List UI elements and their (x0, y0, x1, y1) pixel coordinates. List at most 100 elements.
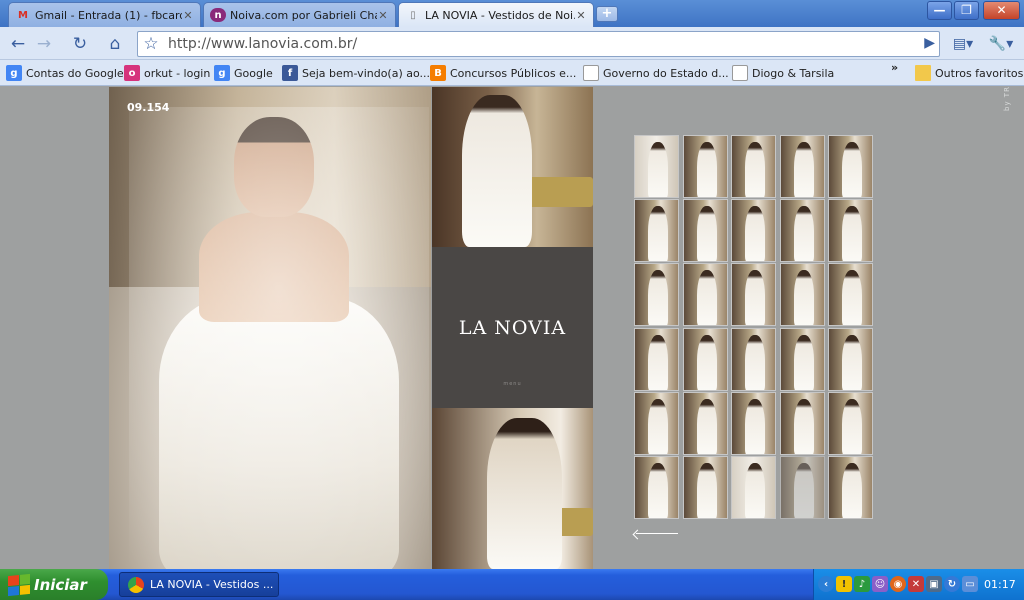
user-icon[interactable]: ☺ (872, 576, 888, 592)
back-arrow-icon: ← (10, 34, 26, 54)
display-icon[interactable]: ▭ (962, 576, 978, 592)
bookmark-governo[interactable]: Governo do Estado d... (583, 65, 729, 81)
bookmark-diogo-tarsila[interactable]: Diogo & Tarsila (732, 65, 834, 81)
bookmark-label: Governo do Estado d... (603, 66, 729, 80)
page-icon (583, 65, 599, 81)
task-label: LA NOVIA - Vestidos ... (150, 578, 274, 591)
back-arrow-icon[interactable] (632, 530, 678, 538)
tab-la-novia[interactable]: ▯ LA NOVIA - Vestidos de Noi... ✕ (398, 2, 594, 27)
dress-thumbnail[interactable] (634, 391, 679, 455)
windows-taskbar: Iniciar LA NOVIA - Vestidos ... ‹ ! ♪ ☺ … (0, 569, 1024, 600)
la-novia-logo[interactable]: LA NOVIA (459, 317, 566, 339)
dress-thumbnail[interactable] (828, 263, 873, 327)
tab-noiva[interactable]: n Noiva.com por Gabrieli Cha... ✕ (203, 2, 396, 27)
dress-thumbnail[interactable] (828, 391, 873, 455)
dress-thumbnail[interactable] (682, 327, 728, 391)
bridal-veil (129, 107, 429, 569)
page-menu-button[interactable]: ▤▾ (948, 32, 978, 56)
dress-thumbnail[interactable] (731, 456, 776, 519)
dress-thumbnail[interactable] (731, 199, 776, 263)
page-icon (732, 65, 748, 81)
dress-thumbnail[interactable] (682, 456, 728, 519)
bookmark-concursos[interactable]: B Concursos Públicos e... (430, 65, 576, 81)
logo-panel[interactable]: LA NOVIA menu (432, 247, 593, 408)
dress-thumbnail[interactable] (634, 456, 679, 519)
dress-thumbnail[interactable] (682, 135, 728, 198)
close-tab-icon[interactable]: ✕ (377, 9, 389, 22)
dress-thumbnail[interactable] (731, 327, 776, 391)
url-text[interactable]: http://www.lanovia.com.br/ (168, 36, 357, 52)
credit-byline[interactable]: by TRUFE (1003, 87, 1011, 111)
taskbar-item-la-novia[interactable]: LA NOVIA - Vestidos ... (119, 572, 279, 597)
start-button[interactable]: Iniciar (0, 569, 108, 600)
dress-thumbnail[interactable] (682, 199, 728, 263)
bookmarks-overflow-button[interactable]: » (891, 61, 898, 74)
minimize-button[interactable]: — (927, 1, 952, 20)
close-window-button[interactable]: ✕ (983, 1, 1020, 20)
dress-thumbnail[interactable] (779, 456, 825, 519)
windows-logo-icon (8, 573, 30, 596)
dress-thumbnail[interactable] (634, 327, 679, 391)
forward-button[interactable]: → (32, 32, 56, 56)
expand-tray-icon[interactable]: ‹ (818, 576, 834, 592)
dress-thumbnail[interactable] (828, 199, 873, 263)
bookmarks-bar: g Contas do Google o orkut - login g Goo… (0, 60, 1024, 86)
dress-thumbnail[interactable] (634, 199, 679, 263)
dress-thumbnail[interactable] (779, 327, 825, 391)
blogger-icon: B (430, 65, 446, 81)
dress-thumbnail[interactable] (828, 327, 873, 391)
tab-label: Gmail - Entrada (1) - fbcard... (35, 8, 182, 22)
tools-menu-button[interactable]: 🔧▾ (986, 32, 1016, 56)
google-icon: g (214, 65, 230, 81)
other-favorites-label: Outros favoritos (935, 66, 1024, 80)
dress-thumbnail[interactable] (779, 391, 825, 455)
dress-thumbnail[interactable] (731, 263, 776, 327)
update-icon[interactable]: ↻ (944, 576, 960, 592)
close-tab-icon[interactable]: ✕ (575, 9, 587, 22)
bookmark-label: Seja bem-vindo(a) ao... (302, 66, 431, 80)
messenger-icon[interactable]: ◉ (890, 576, 906, 592)
bookmark-google[interactable]: g Google (214, 65, 273, 81)
dress-thumbnail[interactable] (634, 263, 679, 327)
home-button[interactable]: ⌂ (103, 32, 127, 56)
side-photo-top[interactable] (432, 87, 593, 247)
tab-gmail[interactable]: M Gmail - Entrada (1) - fbcard... ✕ (8, 2, 201, 27)
dress-thumbnail[interactable] (828, 135, 873, 198)
safely-remove-icon[interactable]: ✕ (908, 576, 924, 592)
forward-arrow-icon: → (36, 34, 52, 54)
dress-thumbnail[interactable] (731, 135, 776, 198)
tab-label: LA NOVIA - Vestidos de Noi... (425, 8, 575, 22)
gmail-icon: M (18, 9, 28, 21)
dress-thumbnail[interactable] (634, 135, 679, 198)
dress-thumbnail[interactable] (731, 391, 776, 455)
new-tab-button[interactable]: + (596, 6, 618, 22)
volume-icon[interactable]: ♪ (854, 576, 870, 592)
back-button[interactable]: ← (6, 32, 30, 56)
dress-thumbnail[interactable] (682, 263, 728, 327)
bookmark-orkut[interactable]: o orkut - login (124, 65, 210, 81)
bookmark-star-icon[interactable]: ☆ (140, 34, 162, 54)
side-photo-bottom[interactable] (432, 408, 593, 569)
dress-thumbnail[interactable] (682, 391, 728, 455)
other-favorites-folder[interactable]: Outros favoritos (915, 65, 1023, 81)
reload-button[interactable]: ↻ (68, 32, 92, 56)
browser-tab-strip: M Gmail - Entrada (1) - fbcard... ✕ n No… (0, 0, 1024, 27)
dress-thumbnail[interactable] (779, 135, 825, 198)
network-icon[interactable]: ▣ (926, 576, 942, 592)
shield-icon[interactable]: ! (836, 576, 852, 592)
noiva-icon: n (210, 8, 226, 22)
address-bar[interactable]: ☆ http://www.lanovia.com.br/ ▶ (137, 31, 940, 57)
dress-thumbnail[interactable] (779, 199, 825, 263)
bookmark-contas-do-google[interactable]: g Contas do Google (6, 65, 124, 81)
bookmark-label: Google (234, 66, 273, 80)
go-icon[interactable]: ▶ (924, 35, 935, 51)
dress-thumbnail[interactable] (828, 456, 873, 519)
system-tray: ‹ ! ♪ ☺ ◉ ✕ ▣ ↻ ▭ 01:17 (813, 569, 1024, 600)
bookmark-facebook[interactable]: f Seja bem-vindo(a) ao... (282, 65, 430, 81)
bride-figure (487, 418, 562, 569)
menu-link[interactable]: menu (432, 381, 593, 387)
dress-thumbnail[interactable] (779, 263, 825, 327)
restore-button[interactable]: ❐ (954, 1, 979, 20)
home-icon: ⌂ (109, 34, 121, 54)
close-tab-icon[interactable]: ✕ (182, 9, 194, 22)
